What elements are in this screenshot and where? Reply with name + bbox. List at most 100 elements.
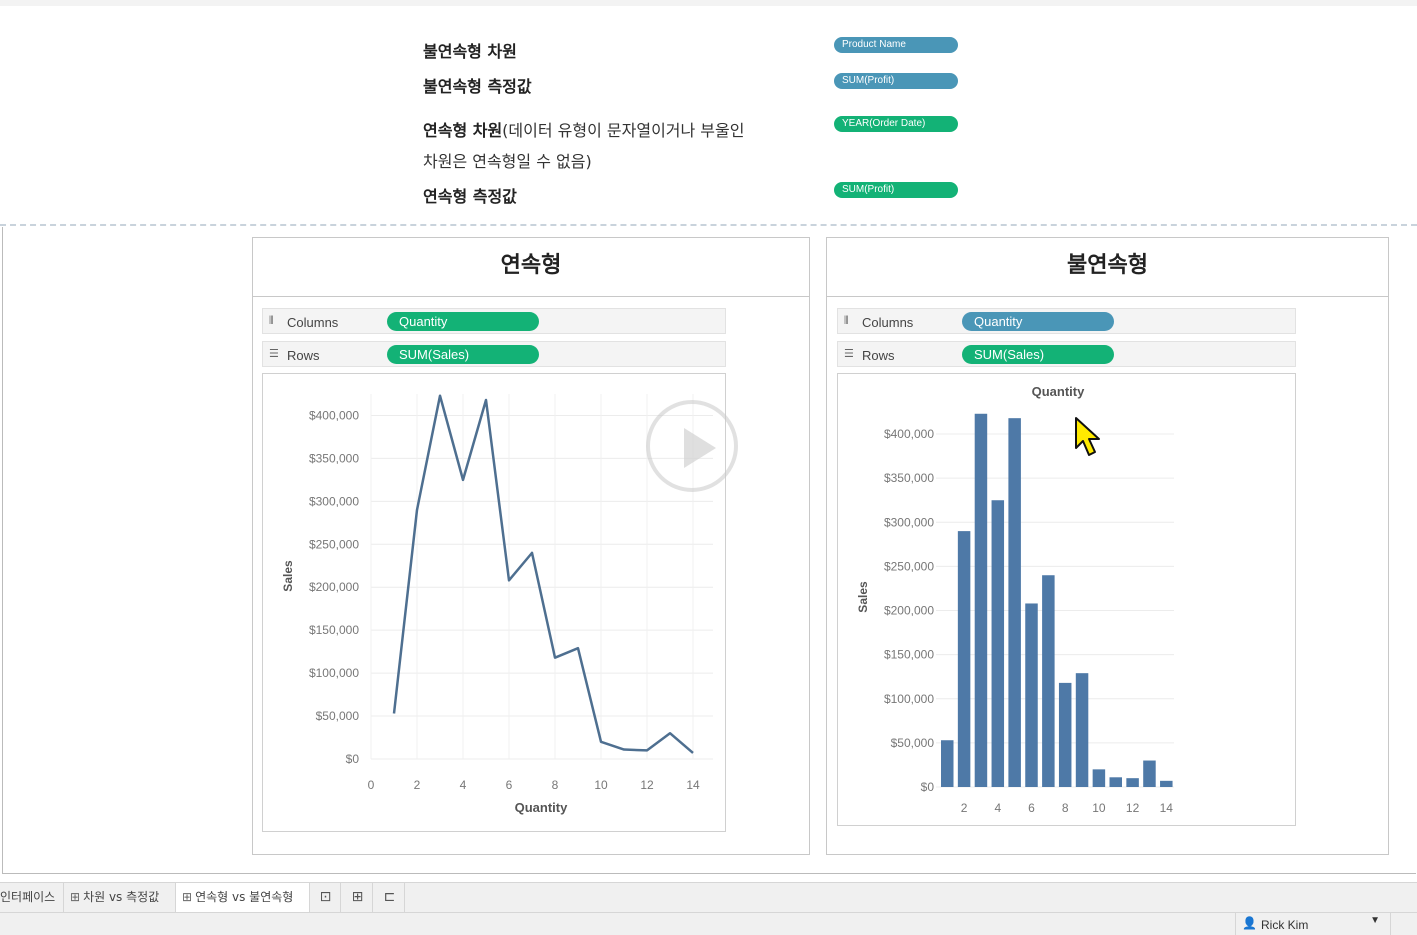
x-tick-label: 10 (594, 778, 608, 792)
columns-shelf[interactable]: ⫴ Columns Quantity (837, 308, 1296, 334)
y-tick-label: $150,000 (884, 648, 934, 662)
columns-shelf[interactable]: ⫴ Columns Quantity (262, 308, 726, 334)
mouse-cursor-icon (1075, 417, 1100, 456)
sheet-tab-bar: 인터페이스 ⊞ 차원 vs 측정값 ⊞ 연속형 vs 불연속형 ⊡ ⊞ ⊏ (0, 882, 1417, 912)
new-story-icon[interactable]: ⊏ (375, 883, 405, 912)
play-icon (684, 428, 716, 468)
y-tick-label: $400,000 (309, 408, 359, 422)
columns-icon: ⫴ (844, 314, 849, 327)
panel-title: 연속형 (253, 238, 809, 297)
legend-continuous-measure: 연속형 측정값 (423, 183, 517, 207)
x-tick-label: 2 (961, 801, 968, 815)
bar (1058, 682, 1072, 787)
bar (1042, 575, 1055, 787)
legend-discrete-measure: 불연속형 측정값 (423, 73, 532, 97)
y-tick-label: $250,000 (884, 559, 934, 573)
rows-icon: ☰ (269, 347, 279, 360)
y-tick-label: $0 (921, 780, 935, 794)
bar (1126, 778, 1139, 787)
legend-label: 불연속형 측정값 (423, 77, 532, 96)
x-tick-label: 8 (552, 778, 559, 792)
chart-title: Quantity (1032, 384, 1085, 399)
x-tick-label: 6 (1028, 801, 1035, 815)
user-menu[interactable]: 👤 Rick Kim ▼ (1235, 913, 1391, 935)
y-tick-label: $50,000 (316, 709, 360, 723)
dashboard-divider (0, 224, 1417, 226)
columns-pill-quantity[interactable]: Quantity (387, 312, 539, 331)
y-tick-label: $350,000 (884, 471, 934, 485)
tab-interface[interactable]: 인터페이스 (0, 883, 64, 912)
bar (1025, 603, 1038, 787)
x-tick-label: 14 (1160, 801, 1174, 815)
legend-label: 연속형 측정값 (423, 187, 517, 206)
grid-icon: ⊞ (182, 890, 193, 904)
bar (957, 531, 971, 787)
y-tick-label: $0 (346, 752, 360, 766)
x-tick-label: 8 (1062, 801, 1069, 815)
new-dashboard-icon[interactable]: ⊞ (343, 883, 373, 912)
x-tick-label: 12 (640, 778, 654, 792)
bar-chart-box[interactable]: $0 $50,000 $100,000 $150,000 $200,000 $250,00… (837, 373, 1296, 826)
y-tick-label: $300,000 (309, 494, 359, 508)
panel-title: 불연속형 (827, 238, 1388, 297)
tab-label: 인터페이스 (0, 890, 56, 904)
y-tick-label: $100,000 (309, 666, 359, 680)
tab-continuous-vs-discrete[interactable]: ⊞ 연속형 vs 불연속형 (176, 883, 310, 912)
legend-note-continued: 차원은 연속형일 수 없음) (423, 152, 592, 171)
x-axis-label: Quantity (515, 800, 568, 815)
legend-note: (데이터 유형이 문자열이거나 부울인 (502, 121, 745, 140)
chevron-down-icon: ▼ (1370, 915, 1380, 926)
rows-pill-sum-sales[interactable]: SUM(Sales) (962, 345, 1114, 364)
legend-label: 연속형 차원 (423, 121, 503, 140)
y-axis-label: Sales (856, 581, 870, 613)
bar (1075, 673, 1089, 787)
rows-icon: ☰ (844, 347, 854, 360)
play-button[interactable] (646, 400, 738, 492)
columns-label: Columns (862, 315, 914, 330)
rows-shelf[interactable]: ☰ Rows SUM(Sales) (262, 341, 726, 367)
bar (1143, 760, 1156, 787)
user-icon: 👤 (1242, 916, 1257, 930)
tab-dimension-vs-measure[interactable]: ⊞ 차원 vs 측정값 (64, 883, 176, 912)
user-name: Rick Kim (1261, 918, 1309, 932)
bar (941, 740, 954, 787)
rows-shelf[interactable]: ☰ Rows SUM(Sales) (837, 341, 1296, 367)
y-axis-label: Sales (281, 560, 295, 592)
columns-label: Columns (287, 315, 339, 330)
legend-label: 불연속형 차원 (423, 42, 517, 61)
legend-continuous-dimension: 연속형 차원(데이터 유형이 문자열이거나 부울인 (423, 117, 744, 141)
y-tick-label: $200,000 (309, 580, 359, 594)
y-tick-label: $250,000 (309, 537, 359, 551)
y-tick-label: $400,000 (884, 427, 934, 441)
bar-chart[interactable]: $0 $50,000 $100,000 $150,000 $200,000 $250,00… (838, 374, 1295, 825)
y-tick-label: $150,000 (309, 623, 359, 637)
tab-label: 연속형 vs 불연속형 (195, 890, 294, 904)
bar (991, 500, 1005, 787)
columns-pill-quantity[interactable]: Quantity (962, 312, 1114, 331)
columns-icon: ⫴ (269, 314, 274, 327)
y-tick-label: $50,000 (891, 736, 935, 750)
x-tick-label: 4 (994, 801, 1001, 815)
rows-label: Rows (862, 348, 895, 363)
x-tick-label: 0 (368, 778, 375, 792)
bar (1092, 769, 1106, 787)
y-tick-label: $300,000 (884, 515, 934, 529)
rows-label: Rows (287, 348, 320, 363)
legend-pill-product-name: Product Name (834, 37, 958, 53)
y-tick-label: $200,000 (884, 604, 934, 618)
x-tick-label: 2 (414, 778, 421, 792)
bar (1008, 418, 1021, 787)
x-tick-label: 12 (1126, 801, 1140, 815)
rows-pill-sum-sales[interactable]: SUM(Sales) (387, 345, 539, 364)
y-tick-label: $100,000 (884, 692, 934, 706)
x-tick-label: 6 (506, 778, 513, 792)
new-worksheet-icon[interactable]: ⊡ (311, 883, 341, 912)
legend-discrete-dimension: 불연속형 차원 (423, 38, 517, 62)
x-tick-label: 4 (460, 778, 467, 792)
x-tick-label: 10 (1092, 801, 1106, 815)
legend-pill-sum-profit: SUM(Profit) (834, 73, 958, 89)
x-tick-label: 14 (686, 778, 700, 792)
grid-icon: ⊞ (70, 890, 81, 904)
top-strip (0, 0, 1417, 6)
bar (1109, 777, 1122, 787)
